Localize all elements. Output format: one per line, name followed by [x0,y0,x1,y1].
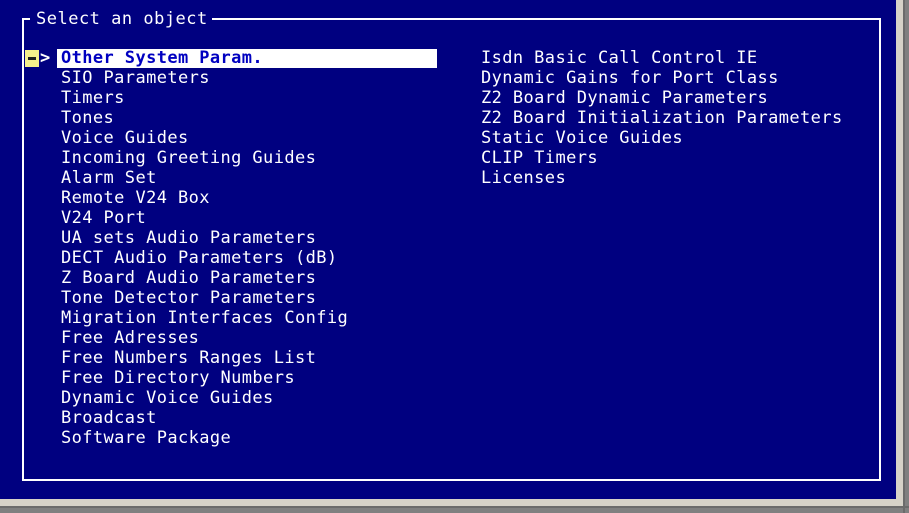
list-item-label: Static Voice Guides [481,128,684,148]
list-item-label: Migration Interfaces Config [61,308,349,328]
chrome-right-divider [903,0,905,513]
list-item[interactable]: UA sets Audio Parameters [0,228,460,248]
select-object-dialog: Select an object > Other System Param. SIO… [0,0,896,499]
list-item-label: Alarm Set [61,168,157,188]
list-item[interactable]: Alarm Set [0,168,460,188]
object-list-right-column: Isdn Basic Call Control IE Dynamic Gains … [481,48,881,188]
list-item[interactable]: Migration Interfaces Config [0,308,460,328]
list-item-label: Remote V24 Box [61,188,210,208]
list-item[interactable]: Remote V24 Box [0,188,460,208]
list-item-label: Dynamic Gains for Port Class [481,68,779,88]
list-item[interactable]: Software Package [0,428,460,448]
list-item[interactable]: Voice Guides [0,128,460,148]
list-item[interactable]: Free Numbers Ranges List [0,348,460,368]
list-item-label: DECT Audio Parameters (dB) [61,248,338,268]
list-item[interactable]: DECT Audio Parameters (dB) [0,248,460,268]
list-item-label: Free Numbers Ranges List [61,348,317,368]
list-item[interactable]: Free Adresses [0,328,460,348]
list-item-label: Z2 Board Initialization Parameters [481,108,843,128]
group-frame-top-right [142,18,881,20]
list-item-label: Free Directory Numbers [61,368,295,388]
screen: Select an object > Other System Param. SIO… [0,0,909,513]
list-item[interactable]: Tone Detector Parameters [0,288,460,308]
list-item[interactable]: Static Voice Guides [481,128,881,148]
list-item[interactable]: Incoming Greeting Guides [0,148,460,168]
list-item-label: Dynamic Voice Guides [61,388,274,408]
list-item-label: Free Adresses [61,328,200,348]
list-item[interactable]: V24 Port [0,208,460,228]
list-item-label: CLIP Timers [481,148,598,168]
list-item[interactable]: Free Directory Numbers [0,368,460,388]
list-item[interactable]: Isdn Basic Call Control IE [481,48,881,68]
list-item-label: Isdn Basic Call Control IE [481,48,758,68]
list-item-label: Tone Detector Parameters [61,288,317,308]
list-item-label: V24 Port [61,208,147,228]
chrome-bottom-band [0,499,903,506]
list-item[interactable]: Z Board Audio Parameters [0,268,460,288]
list-item[interactable]: Dynamic Gains for Port Class [481,68,881,88]
list-item-label: Licenses [481,168,567,188]
list-item-label: Incoming Greeting Guides [61,148,317,168]
list-item[interactable]: Z2 Board Initialization Parameters [481,108,881,128]
object-list-left-column: > Other System Param. SIO Parameters Timers… [0,48,460,448]
list-item[interactable]: Timers [0,88,460,108]
group-frame-bottom [22,479,881,481]
list-item[interactable]: Licenses [481,168,881,188]
list-item-label: Other System Param. [61,48,264,68]
list-item-label: Broadcast [61,408,157,428]
list-item-label: Voice Guides [61,128,189,148]
list-item[interactable]: > Other System Param. [0,48,460,68]
list-item[interactable]: Z2 Board Dynamic Parameters [481,88,881,108]
list-item-label: Timers [61,88,125,108]
selection-arrow-icon: > [40,48,51,68]
collapse-minus-box-icon[interactable] [25,50,39,67]
chrome-bottom-divider [0,506,909,508]
list-item-label: Z2 Board Dynamic Parameters [481,88,769,108]
list-item-label: Software Package [61,428,232,448]
dialog-title: Select an object [32,8,212,30]
list-item[interactable]: Tones [0,108,460,128]
list-item-label: UA sets Audio Parameters [61,228,317,248]
chrome-right-band [896,0,903,505]
list-item-label: Tones [61,108,115,128]
list-item-label: Z Board Audio Parameters [61,268,317,288]
list-item[interactable]: Broadcast [0,408,460,428]
list-item[interactable]: CLIP Timers [481,148,881,168]
list-item[interactable]: SIO Parameters [0,68,460,88]
list-item-label: SIO Parameters [61,68,210,88]
list-item[interactable]: Dynamic Voice Guides [0,388,460,408]
